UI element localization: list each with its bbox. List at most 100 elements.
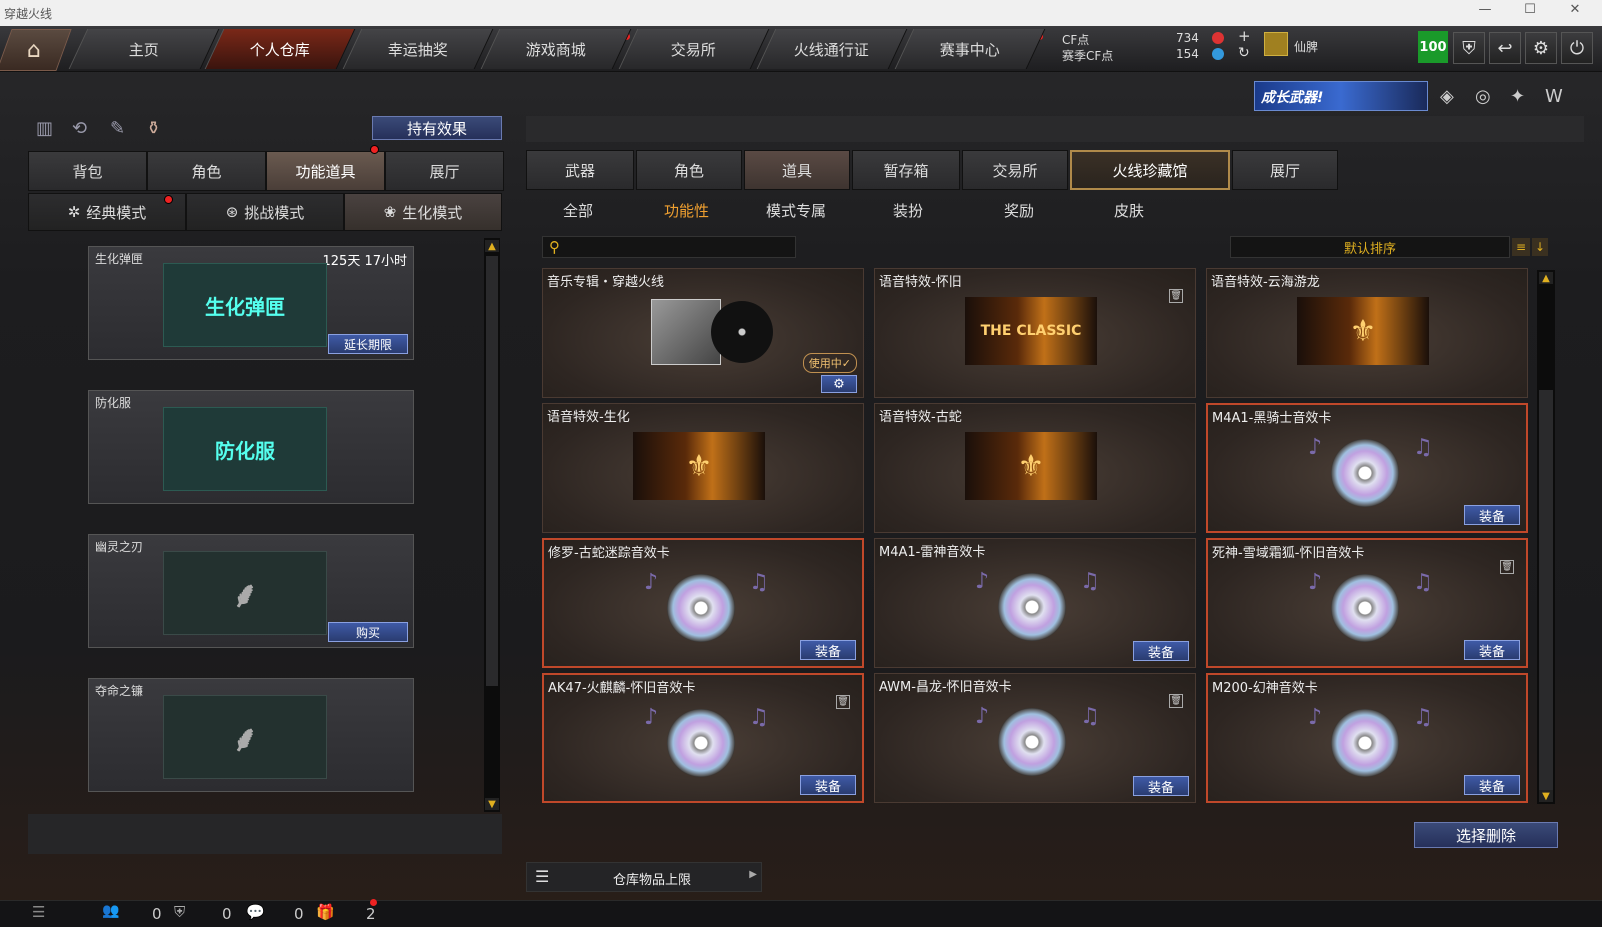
sub-tab-5[interactable]: 皮肤 <box>1114 200 1144 221</box>
left-tab-3[interactable]: 展厅 <box>385 151 504 191</box>
inventory-item-card[interactable]: 语音特效-怀旧 THE CLASSIC 🗑 <box>874 268 1196 398</box>
left-item-card[interactable]: 防化服 防化服 <box>88 390 414 504</box>
hold-effect-button[interactable]: 持有效果 <box>372 116 502 140</box>
maximize-button[interactable]: ☐ <box>1515 2 1545 17</box>
right-tab-2[interactable]: 道具 <box>744 150 850 190</box>
right-tab-3[interactable]: 暂存箱 <box>852 150 960 190</box>
scroll-up-arrow[interactable]: ▲ <box>1539 272 1553 284</box>
sort-direction-icon[interactable]: ↓ <box>1532 238 1548 256</box>
left-tab-1[interactable]: 角色 <box>147 151 266 191</box>
right-tab-4[interactable]: 交易所 <box>962 150 1068 190</box>
badge-icon[interactable]: ◈ <box>1440 86 1454 107</box>
right-tab-0[interactable]: 武器 <box>526 150 634 190</box>
right-tab-5[interactable]: 火线珍藏馆 <box>1070 150 1230 190</box>
inventory-item-card[interactable]: 修罗-古蛇迷踪音效卡 ♪ ♫ 装备 <box>542 538 864 668</box>
list-view-icon[interactable]: ≡ <box>1512 238 1530 256</box>
select-delete-button[interactable]: 选择删除 <box>1414 822 1558 848</box>
item-action-button[interactable]: 延长期限 <box>328 334 408 354</box>
inventory-item-card[interactable]: 语音特效-古蛇 ⚜ <box>874 403 1196 533</box>
trash-icon[interactable]: 🗑 <box>1169 694 1183 708</box>
scroll-down-arrow[interactable]: ▼ <box>485 798 499 810</box>
return-icon[interactable]: ↩ <box>1489 32 1521 64</box>
bag-icon[interactable]: ⚱ <box>146 118 161 139</box>
menu-icon[interactable]: ☰ <box>32 903 45 921</box>
power-icon[interactable]: ⏻ <box>1561 32 1593 64</box>
nav-tab-5[interactable]: 火线通行证 <box>756 29 908 69</box>
inventory-item-card[interactable]: AWM-昌龙-怀旧音效卡 ♪ ♫ 🗑 装备 <box>874 673 1196 803</box>
mode-label: 生化模式 <box>402 203 463 222</box>
inventory-item-card[interactable]: M4A1-黑骑士音效卡 ♪ ♫ 装备 <box>1206 403 1528 533</box>
left-tab-2[interactable]: 功能道具 <box>266 151 385 191</box>
nav-tab-1[interactable]: 个人仓库 <box>204 29 356 69</box>
trash-icon[interactable]: 🗑 <box>836 695 850 709</box>
left-item-card[interactable]: 生化弹匣 125天 17小时 生化弹匣 延长期限 <box>88 246 414 360</box>
inventory-item-card[interactable]: 死神-雪域霜狐-怀旧音效卡 ♪ ♫ 🗑 装备 <box>1206 538 1528 668</box>
inventory-item-card[interactable]: AK47-火麒麟-怀旧音效卡 ♪ ♫ 🗑 装备 <box>542 673 864 803</box>
scroll-thumb[interactable] <box>486 256 498 686</box>
equip-button[interactable]: 装备 <box>1133 641 1189 661</box>
close-button[interactable]: ✕ <box>1560 2 1590 17</box>
growth-weapon-banner[interactable]: 成长武器! <box>1254 81 1428 111</box>
mode-tab-1[interactable]: ⊛ 挑战模式 <box>186 193 344 231</box>
chart-icon[interactable]: ▥ <box>36 118 53 139</box>
right-tab-6[interactable]: 展厅 <box>1232 150 1338 190</box>
equip-button[interactable]: 装备 <box>1464 775 1520 795</box>
nav-tab-6[interactable]: 赛事中心 <box>894 29 1046 69</box>
search-input[interactable]: ⚲ <box>542 236 796 258</box>
right-tab-1[interactable]: 角色 <box>636 150 742 190</box>
equip-button[interactable]: 装备 <box>800 640 856 660</box>
equip-button[interactable]: 装备 <box>1464 640 1520 660</box>
equip-button[interactable]: 装备 <box>800 775 856 795</box>
storage-limit-bar[interactable]: ☰ 仓库物品上限 ▶ <box>526 862 762 892</box>
level-badge[interactable]: 100 <box>1418 31 1448 63</box>
star-icon[interactable]: ✦ <box>1510 86 1525 107</box>
left-item-card[interactable]: 幽灵之刃 ⸙ 购买 <box>88 534 414 648</box>
item-action-button[interactable]: 购买 <box>328 622 408 642</box>
chat-icon[interactable]: 💬 <box>246 903 265 921</box>
shield-icon[interactable]: ⛨ <box>1453 32 1485 64</box>
scroll-down-arrow[interactable]: ▼ <box>1539 790 1553 802</box>
mode-tab-0[interactable]: ✲ 经典模式 <box>28 193 186 231</box>
item-image: ⸙ <box>163 551 327 635</box>
sub-tab-4[interactable]: 奖励 <box>1004 200 1034 221</box>
trash-icon[interactable]: 🗑 <box>1500 560 1514 574</box>
scroll-thumb[interactable] <box>1539 390 1553 790</box>
inventory-item-card[interactable]: 语音特效-生化 ⚜ <box>542 403 864 533</box>
inventory-item-card[interactable]: 语音特效-云海游龙 ⚜ <box>1206 268 1528 398</box>
equip-button[interactable]: 装备 <box>1464 505 1520 525</box>
wings-icon[interactable]: W <box>1545 86 1563 107</box>
sub-tab-1[interactable]: 功能性 <box>664 200 709 221</box>
nav-tab-label: 主页 <box>128 40 159 59</box>
nav-tab-3[interactable]: 游戏商城 <box>480 29 632 69</box>
season-cf-label: 赛季CF点 <box>1062 49 1114 63</box>
left-tab-0[interactable]: 背包 <box>28 151 147 191</box>
brush-icon[interactable]: ✎ <box>110 118 125 139</box>
refresh-icon[interactable]: ↻ <box>1238 45 1250 61</box>
nav-tab-2[interactable]: 幸运抽奖 <box>342 29 494 69</box>
globe-icon[interactable]: ◎ <box>1475 86 1491 107</box>
add-points-button[interactable]: + <box>1238 27 1251 45</box>
left-item-card[interactable]: 夺命之镰 ⸙ <box>88 678 414 792</box>
minimize-button[interactable]: — <box>1470 2 1500 17</box>
inventory-item-card[interactable]: 音乐专辑・穿越火线 使用中✓ ⚙ <box>542 268 864 398</box>
gift-icon[interactable]: 🎁 <box>316 903 335 921</box>
clan-icon[interactable]: ⛨ <box>174 903 185 921</box>
sub-tab-0[interactable]: 全部 <box>563 200 593 221</box>
equip-button[interactable]: 装备 <box>1133 776 1189 796</box>
nav-tab-0[interactable]: 主页 <box>68 29 220 69</box>
nav-tab-4[interactable]: 交易所 <box>618 29 770 69</box>
cycle-icon[interactable]: ⟲ <box>72 118 87 139</box>
sub-tab-2[interactable]: 模式专属 <box>766 200 826 221</box>
friends-icon[interactable]: 👥 <box>102 903 119 919</box>
scroll-up-arrow[interactable]: ▲ <box>485 240 499 252</box>
gear-icon[interactable]: ⚙ <box>1525 32 1557 64</box>
sort-dropdown[interactable]: 默认排序 <box>1230 236 1510 258</box>
sub-tab-3[interactable]: 装扮 <box>893 200 923 221</box>
settings-icon[interactable]: ⚙ <box>821 375 857 393</box>
mode-tab-2[interactable]: ❀ 生化模式 <box>344 193 502 231</box>
trash-icon[interactable]: 🗑 <box>1169 289 1183 303</box>
cf-value: 734 <box>1176 31 1199 45</box>
music-note-icon: ♫ <box>1413 705 1433 730</box>
inventory-item-card[interactable]: M4A1-雷神音效卡 ♪ ♫ 装备 <box>874 538 1196 668</box>
inventory-item-card[interactable]: M200-幻神音效卡 ♪ ♫ 装备 <box>1206 673 1528 803</box>
